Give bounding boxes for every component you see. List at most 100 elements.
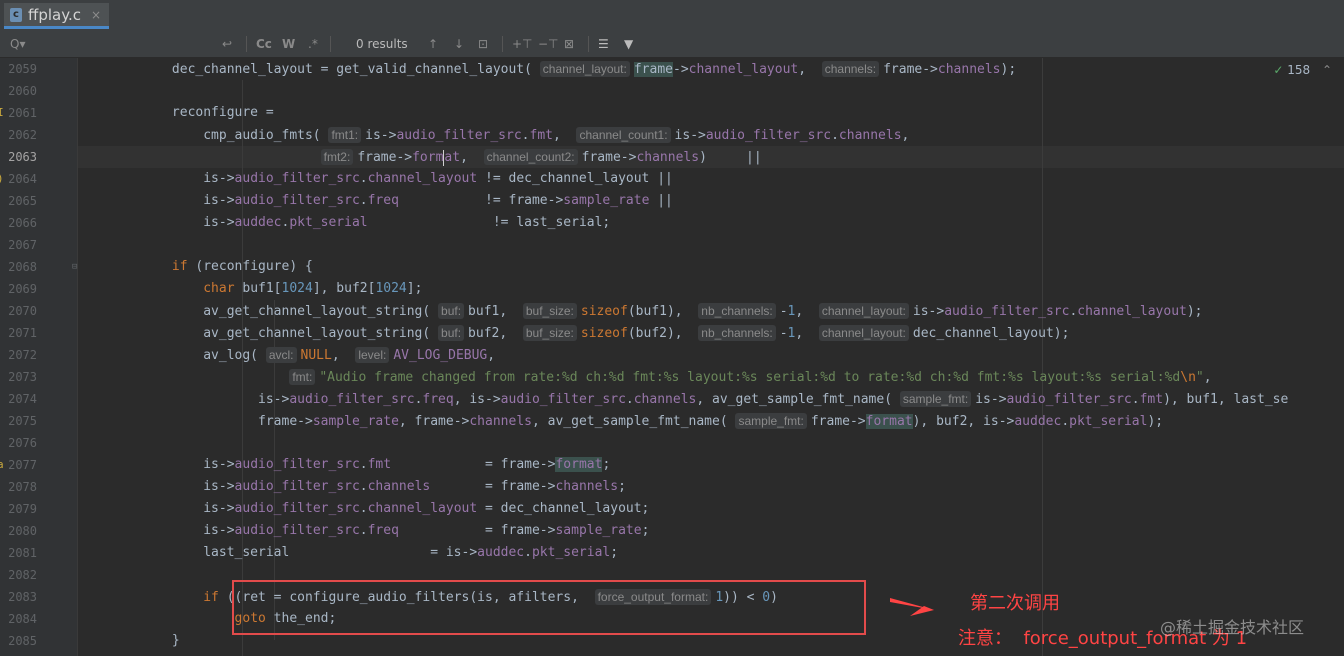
code-token: is-> [78, 392, 290, 407]
gutter-line[interactable]: 2084 [0, 608, 77, 630]
code-token: , [487, 348, 496, 363]
separator [502, 36, 503, 52]
code-token: channels [636, 150, 700, 165]
parameter-hint: buf: [438, 303, 465, 319]
gutter-line[interactable]: 2070 [0, 300, 77, 322]
code-token: audio_filter_src [234, 523, 360, 538]
gutter-line[interactable]: 2080 [0, 520, 77, 542]
line-number: 2063 [8, 150, 37, 164]
gutter-line[interactable]: 2061 I [0, 102, 77, 124]
code-line: last_serial = is->auddec.pkt_serial; [78, 542, 1344, 564]
code-token: " [1195, 370, 1204, 385]
code-line: is->audio_filter_src.channel_layout = de… [78, 498, 1344, 520]
multiline-icon[interactable]: ☰ [598, 36, 609, 52]
gutter-line[interactable]: 2059 [0, 58, 77, 80]
gutter-marker-icon[interactable]: I [0, 102, 4, 124]
code-token: , [798, 62, 822, 77]
remove-occurrence-icon[interactable]: −⊤ [538, 36, 559, 52]
gutter-marker-icon[interactable]: ) [0, 168, 4, 190]
code-token: channel_layout [1077, 304, 1187, 319]
fold-icon[interactable]: ⊟ [72, 256, 77, 278]
previous-occurrence-icon[interactable]: ↑ [428, 36, 438, 52]
code-token: channels [937, 62, 1001, 77]
code-token: 1024 [281, 281, 313, 296]
code-token: ; [618, 479, 626, 494]
code-token: , frame-> [398, 414, 470, 429]
gutter-line[interactable]: 2071 [0, 322, 77, 344]
gutter-line[interactable]: 2060 [0, 80, 77, 102]
gutter-line[interactable]: 2064) [0, 168, 77, 190]
code-token: pkt_serial [1069, 414, 1148, 429]
gutter-line[interactable]: 2067 [0, 234, 77, 256]
code-token: channel_layout [367, 501, 478, 516]
code-editor[interactable]: ✓ 158 ⌃ dec_channel_layout = get_valid_c… [78, 58, 1344, 656]
parameter-hint: channels: [821, 61, 880, 77]
gutter-line[interactable]: 2065 [0, 190, 77, 212]
search-icon[interactable]: Q▾ [10, 36, 25, 52]
code-token: format [865, 414, 913, 429]
code-token: ; [602, 457, 611, 472]
line-number: 2062 [8, 128, 37, 142]
next-occurrence-icon[interactable]: ↓ [454, 36, 464, 52]
close-icon[interactable]: × [91, 8, 101, 22]
code-token: sample_rate [312, 414, 399, 429]
line-number: 2064 [8, 172, 37, 186]
code-token: buf1, [468, 304, 523, 319]
gutter-line[interactable]: 2062 [0, 124, 77, 146]
editor-tab-bar: c ffplay.c × [0, 0, 1344, 32]
gutter-line[interactable]: 2078 [0, 476, 77, 498]
code-token: frame-> [581, 150, 637, 165]
gutter-line[interactable]: 2074 [0, 388, 77, 410]
gutter-line[interactable]: 2069 [0, 278, 77, 300]
code-token: freq [367, 193, 399, 208]
add-occurrence-icon[interactable]: +⊤ [512, 36, 533, 52]
code-token: = frame-> [391, 457, 556, 472]
undo-icon[interactable]: ↩ [222, 36, 232, 52]
code-token: fmt [367, 457, 392, 472]
code-token: || [649, 193, 673, 208]
c-file-icon: c [10, 7, 22, 22]
gutter-line[interactable]: 2066 [0, 212, 77, 234]
gutter-line[interactable]: 2085 [0, 630, 77, 652]
select-all-occurrences-icon[interactable]: ⊡ [478, 36, 488, 52]
gutter-line[interactable]: 2063 [0, 146, 77, 168]
annotation-second-call: 第二次调用 [970, 593, 1060, 614]
parameter-hint: channel_layout: [818, 325, 909, 341]
filter-icon[interactable]: ▼ [624, 36, 633, 52]
code-token: , is-> [453, 392, 501, 407]
code-token: is-> [674, 128, 706, 143]
gutter-line[interactable]: 2076 [0, 432, 77, 454]
gutter-line[interactable]: 2083 [0, 586, 77, 608]
arrow-icon [890, 598, 934, 616]
code-token: 1024 [375, 281, 407, 296]
tab-ffplay-c[interactable]: c ffplay.c × [4, 3, 110, 29]
parameter-hint: sample_fmt: [735, 413, 807, 429]
regex-button[interactable]: .* [308, 36, 318, 52]
gutter-line[interactable]: 2081 [0, 542, 77, 564]
line-number-gutter[interactable]: 2059 2060 2061 I 2062 2063 2064) 2065 2066 2067 20… [0, 58, 78, 656]
gutter-marker-icon[interactable]: a [0, 454, 4, 476]
line-number: 2065 [8, 194, 37, 208]
code-token: . [524, 545, 532, 560]
parameter-hint: sample_fmt: [899, 391, 972, 407]
code-token: , av_get_sample_fmt_name( [531, 414, 736, 429]
highlight-box [232, 580, 866, 635]
gutter-line[interactable]: 2073 [0, 366, 77, 388]
find-bar: Q▾ ↩ Cc W .* 0 results ↑ ↓ ⊡ +⊤ −⊤ ⊠ ☰ ▼ [0, 31, 1344, 58]
gutter-line[interactable]: 2075 [0, 410, 77, 432]
exclude-occurrence-icon[interactable]: ⊠ [564, 36, 574, 52]
code-token: sizeof [580, 304, 628, 319]
gutter-line[interactable]: 2079 [0, 498, 77, 520]
match-case-button[interactable]: Cc [256, 36, 272, 52]
code-token: ; [641, 523, 650, 538]
gutter-line[interactable]: 2068 ⊟ [0, 256, 77, 278]
gutter-line[interactable]: 2082 [0, 564, 77, 586]
code-token: is-> [912, 304, 945, 319]
whole-words-button[interactable]: W [282, 36, 295, 52]
gutter-line[interactable]: 2077 a [0, 454, 77, 476]
code-token: is-> [78, 501, 235, 516]
code-token: "Audio frame changed from rate:%d ch:%d … [319, 370, 1181, 385]
code-token: frame-> [78, 414, 313, 429]
gutter-line[interactable]: 2072 [0, 344, 77, 366]
